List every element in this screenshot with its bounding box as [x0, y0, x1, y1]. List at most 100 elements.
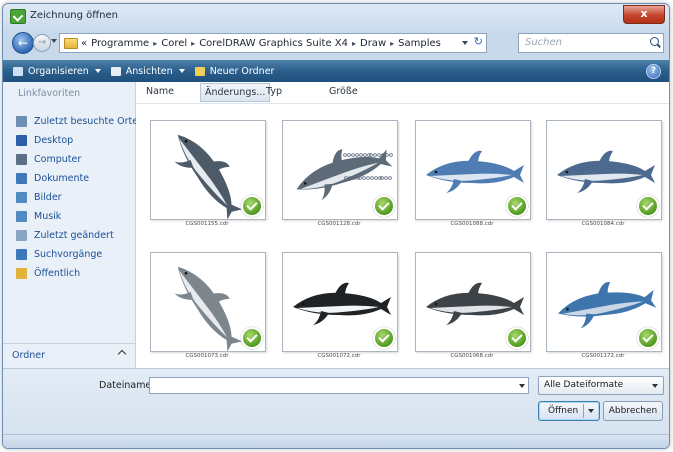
file-thumbnail[interactable]: [546, 120, 662, 220]
dolphin-eye: [301, 302, 305, 306]
breadcrumb-overflow[interactable]: «: [81, 38, 87, 49]
sidebar-item-label: Öffentlich: [34, 268, 81, 279]
file-thumbnail[interactable]: [150, 120, 266, 220]
breadcrumb-samples[interactable]: Samples: [398, 38, 441, 49]
dolphin-dorsal-fin: [599, 150, 613, 163]
file-name: CGS001073.cdr: [185, 353, 229, 359]
title-bar: Zeichnung öffnen x: [3, 4, 669, 28]
file-type-filter-value: Alle Dateiformate: [544, 380, 624, 390]
favorite-links-heading: Linkfavoriten: [18, 88, 81, 99]
dolphin-body: [177, 134, 243, 219]
views-menu-button[interactable]: Ansichten: [110, 66, 185, 77]
search-icon[interactable]: [650, 37, 659, 46]
sidebar-item-recent-places[interactable]: Zuletzt besuchte Orte: [16, 112, 138, 131]
coreldraw-file-badge-icon: [506, 195, 528, 217]
pictures-icon: [16, 192, 27, 203]
splash-drop: [384, 176, 388, 180]
file-type-filter-select[interactable]: Alle Dateiformate: [538, 376, 664, 395]
back-button[interactable]: ←: [12, 32, 34, 54]
breadcrumb-separator-icon[interactable]: ▸: [352, 39, 356, 48]
open-button[interactable]: Öffnen: [538, 401, 600, 421]
forward-button[interactable]: →: [33, 34, 51, 52]
dolphin-illustration: [557, 150, 655, 193]
help-icon[interactable]: ?: [646, 64, 661, 79]
column-header-type[interactable]: Typ: [266, 86, 282, 97]
coreldraw-file-badge-icon: [506, 327, 528, 349]
file-thumbnail[interactable]: [282, 252, 398, 352]
dolphin-body: [177, 266, 243, 351]
filename-history-dropdown-icon[interactable]: [519, 384, 525, 388]
dolphin-dorsal-fin: [468, 282, 482, 295]
sidebar-item-label: Bilder: [34, 192, 62, 203]
search-box[interactable]: Suchen: [518, 33, 664, 53]
sidebar-item-public-folder[interactable]: Öffentlich: [16, 264, 138, 283]
splash-drop: [351, 153, 355, 157]
filename-label: Dateiname:: [99, 380, 155, 391]
file-name: CGS001088.cdr: [450, 221, 494, 227]
sidebar-item-pictures[interactable]: Bilder: [16, 188, 138, 207]
file-thumbnail[interactable]: [150, 252, 266, 352]
dolphin-illustration: [426, 150, 524, 193]
sidebar-item-desktop[interactable]: Desktop: [16, 131, 138, 150]
breadcrumb-separator-icon[interactable]: ▸: [390, 39, 394, 48]
sidebar-item-music[interactable]: Musik: [16, 207, 138, 226]
desktop-icon: [16, 135, 27, 146]
file-thumbnail[interactable]: [415, 120, 531, 220]
file-tile[interactable]: CGS001155.cdr: [146, 120, 268, 230]
filename-input[interactable]: [149, 377, 529, 394]
dolphin-dorsal-fin: [335, 282, 349, 295]
sidebar-item-recent-changed[interactable]: Zuletzt geändert: [16, 226, 138, 245]
file-tile[interactable]: CGS001084.cdr: [542, 120, 664, 230]
splash-drop: [366, 176, 370, 180]
recent-places-icon: [16, 116, 27, 127]
file-thumbnail[interactable]: [282, 120, 398, 220]
window-title: Zeichnung öffnen: [30, 10, 118, 21]
close-button[interactable]: x: [623, 5, 665, 24]
breadcrumb-corel[interactable]: Corel: [161, 38, 187, 49]
recent-pages-dropdown-icon[interactable]: [51, 39, 57, 43]
splash-drop: [359, 153, 363, 157]
splash-drop: [355, 153, 359, 157]
breadcrumb-coreldraw-suite[interactable]: CorelDRAW Graphics Suite X4: [199, 38, 348, 49]
file-name: CGS001172.cdr: [581, 353, 625, 359]
cancel-button[interactable]: Abbrechen: [603, 401, 663, 421]
sidebar-item-documents[interactable]: Dokumente: [16, 169, 138, 188]
file-tile[interactable]: CGS001088.cdr: [411, 120, 533, 230]
breadcrumb-draw[interactable]: Draw: [360, 38, 386, 49]
views-icon: [110, 66, 121, 76]
sidebar-item-label: Desktop: [34, 135, 74, 146]
address-bar[interactable]: « Programme ▸ Corel ▸ CorelDRAW Graphics…: [59, 33, 487, 53]
file-name: CGS001068.cdr: [450, 353, 494, 359]
refresh-icon[interactable]: ↻: [474, 35, 483, 48]
file-tile[interactable]: CGS001068.cdr: [411, 252, 533, 362]
sidebar-item-computer[interactable]: Computer: [16, 150, 138, 169]
organize-label: Organisieren: [28, 65, 89, 77]
open-drawing-dialog: Zeichnung öffnen x ← → « Programme ▸ Cor…: [2, 3, 670, 449]
column-header-modified[interactable]: Änderungs...: [200, 83, 271, 102]
breadcrumb-programme[interactable]: Programme: [91, 38, 149, 49]
file-list-view[interactable]: Name Änderungs... Typ Größe CGS001155.cd…: [136, 82, 669, 368]
chevron-down-icon: [94, 69, 101, 73]
splash-drop: [347, 153, 351, 157]
splash-drop: [373, 153, 377, 157]
file-tile[interactable]: CGS001128.cdr: [278, 120, 400, 230]
new-folder-button[interactable]: Neuer Ordner: [194, 66, 274, 77]
address-row: ← → « Programme ▸ Corel ▸ CorelDRAW Grap…: [3, 30, 669, 58]
navigation-pane: Linkfavoriten Zuletzt besuchte Orte Deskt…: [3, 82, 138, 368]
dolphin-illustration: [558, 281, 657, 329]
chevron-up-icon[interactable]: [117, 349, 127, 359]
breadcrumb-separator-icon[interactable]: ▸: [191, 39, 195, 48]
file-thumbnail[interactable]: [415, 252, 531, 352]
column-header-name[interactable]: Name: [146, 86, 174, 97]
organize-menu-button[interactable]: Organisieren: [13, 66, 101, 77]
folders-toggle[interactable]: Ordner: [3, 343, 135, 368]
file-tile[interactable]: CGS001073.cdr: [146, 252, 268, 362]
column-header-size[interactable]: Größe: [329, 86, 358, 97]
breadcrumb-separator-icon[interactable]: ▸: [153, 39, 157, 48]
file-tile[interactable]: CGS001172.cdr: [542, 252, 664, 362]
file-thumbnail[interactable]: [546, 252, 662, 352]
address-dropdown-icon[interactable]: [462, 41, 468, 45]
open-options-dropdown-icon[interactable]: [588, 409, 594, 413]
sidebar-item-searches[interactable]: Suchvorgänge: [16, 245, 138, 264]
file-tile[interactable]: CGS001072.cdr: [278, 252, 400, 362]
